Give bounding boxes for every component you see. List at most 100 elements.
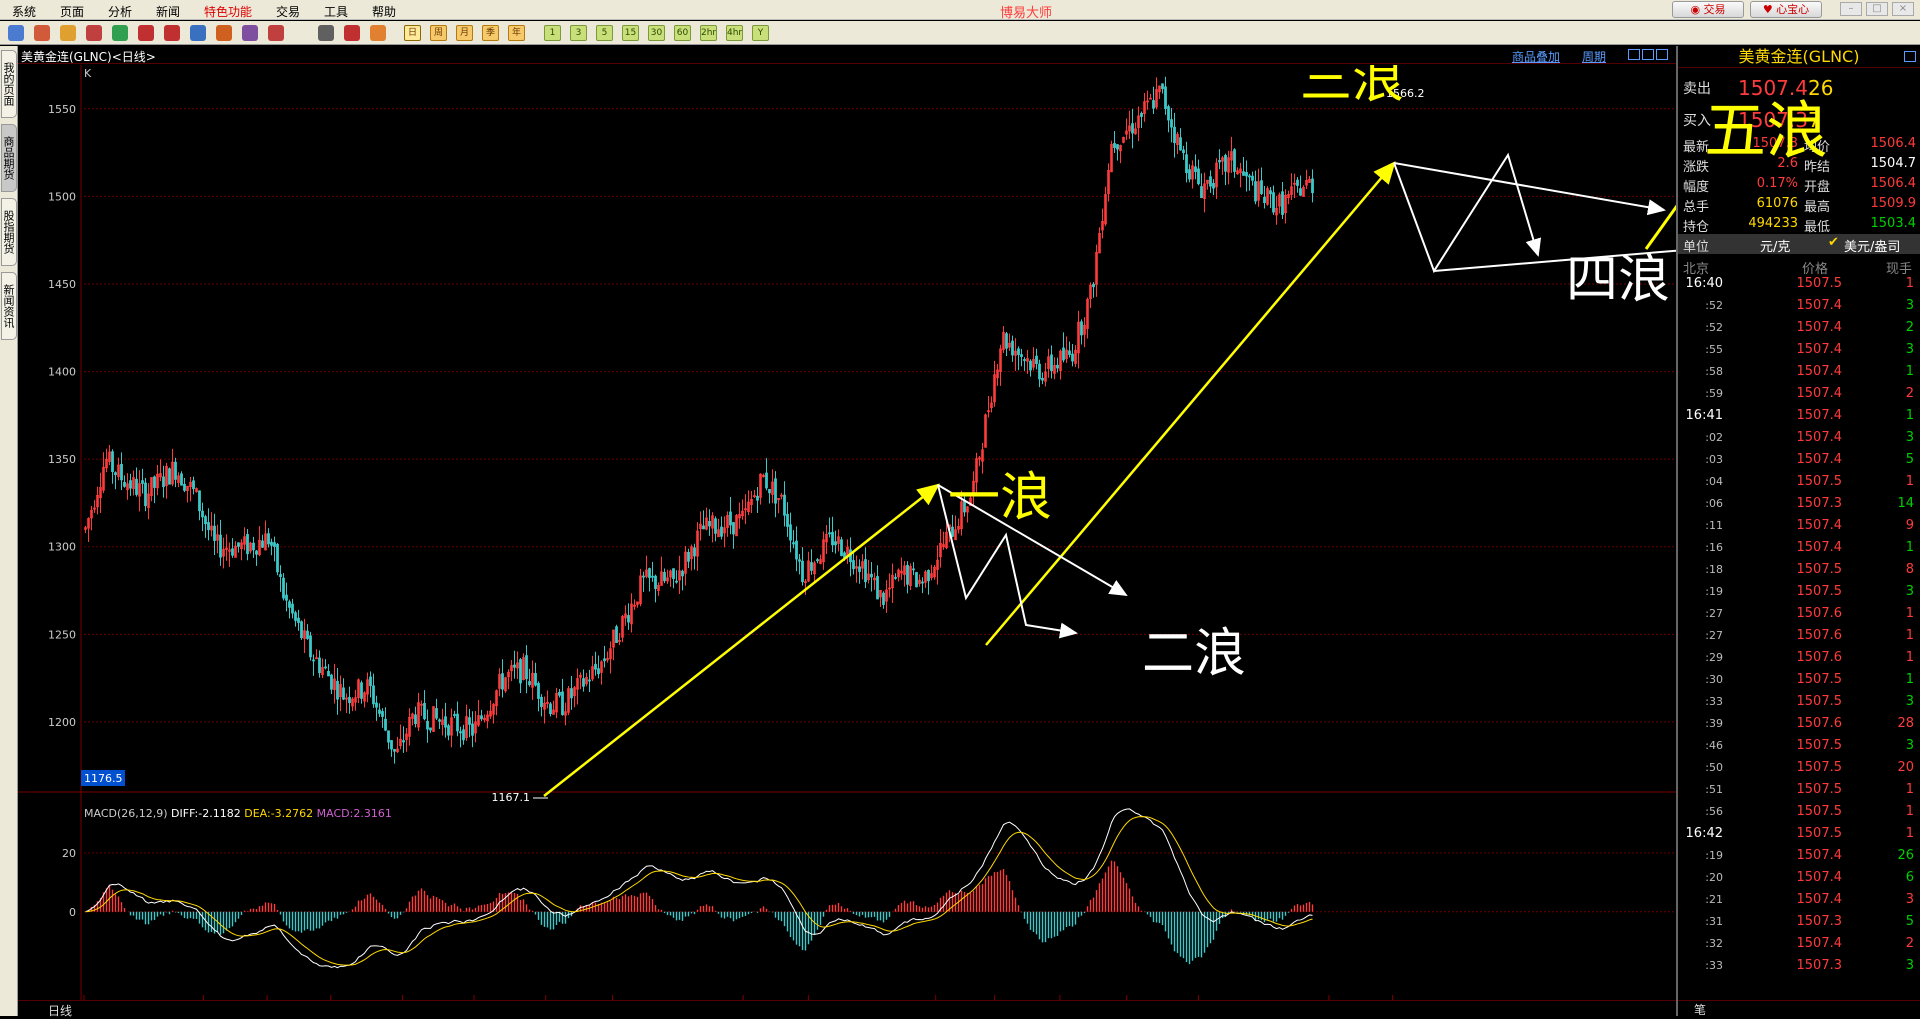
quote-icon[interactable] [86, 25, 102, 41]
layout-button-2[interactable] [1642, 49, 1654, 60]
wave4-label: 四浪 [1566, 250, 1670, 310]
candle-body [111, 451, 114, 473]
tick-volume: 1 [1905, 364, 1914, 379]
line-chart-icon[interactable] [344, 25, 360, 41]
period-2hr[interactable]: 2hr [700, 25, 717, 41]
menu-news[interactable]: 新闻 [156, 3, 180, 20]
tick-time: :46 [1705, 739, 1723, 752]
tick-time: :32 [1705, 937, 1723, 950]
minimize-button[interactable]: – [1840, 2, 1862, 16]
period-1min[interactable]: 1 [544, 25, 561, 41]
wave4-upper-arrow [1393, 162, 1666, 216]
menu-features[interactable]: 特色功能 [204, 3, 252, 20]
stat-label: 持仓 [1683, 220, 1710, 235]
drawing-icon[interactable] [242, 25, 258, 41]
candle-body [438, 719, 441, 722]
period-week[interactable]: 周 [430, 25, 447, 41]
refresh-icon[interactable] [112, 25, 128, 41]
period-month[interactable]: 月 [456, 25, 473, 41]
candle-body [435, 708, 438, 719]
layout-button-1[interactable] [1628, 49, 1640, 60]
period-year[interactable]: 年 [508, 25, 525, 41]
home-icon[interactable] [34, 25, 50, 41]
folder-icon[interactable] [60, 25, 76, 41]
center-button[interactable]: ♥ 心宝心 [1750, 1, 1822, 18]
layout-button-3[interactable] [1656, 49, 1668, 60]
candle-body [381, 711, 384, 717]
side-tab-index-futures[interactable]: 股指期货 [1, 198, 17, 266]
side-tab-news[interactable]: 新闻资讯 [1, 272, 17, 340]
overlay-commodity-link[interactable]: 商品叠加 [1512, 48, 1560, 65]
menu-page[interactable]: 页面 [60, 3, 84, 20]
zoom-in-icon[interactable] [138, 25, 154, 41]
period-link[interactable]: 周期 [1582, 48, 1606, 65]
candle-body [204, 516, 207, 525]
indicator-icon[interactable] [268, 25, 284, 41]
candle-body [1296, 179, 1299, 186]
tick-row: :30 1507.5 1 [1678, 670, 1920, 692]
zoom-out-icon[interactable] [164, 25, 180, 41]
close-button[interactable]: × [1892, 2, 1914, 16]
tick-volume: 1 [1905, 474, 1914, 489]
tick-volume: 1 [1905, 276, 1914, 291]
price-chart[interactable]: 1550 1500 1450 1400 1350 1300 1250 1200 20 0 K 1… [18, 65, 1676, 1000]
unit-option-yuan-per-gram[interactable]: 元/克 [1760, 236, 1790, 255]
menu-trade[interactable]: 交易 [276, 3, 300, 20]
period-15min[interactable]: 15 [622, 25, 639, 41]
candle-body [444, 716, 447, 728]
back-icon[interactable] [8, 25, 24, 41]
candle-body [198, 490, 201, 512]
candle-body [1242, 171, 1245, 176]
period-5min[interactable]: 5 [596, 25, 613, 41]
candle-body [672, 568, 675, 580]
candle-body [1248, 175, 1251, 178]
low-price-label: 1167.1 [492, 791, 531, 804]
candle-body [375, 702, 378, 708]
side-tab-commodity-futures[interactable]: 商品期货 [1, 124, 17, 192]
period-3min[interactable]: 3 [570, 25, 587, 41]
window-icon[interactable] [190, 25, 206, 41]
period-60min[interactable]: 60 [674, 25, 691, 41]
daily-tab[interactable]: 日线 [48, 1002, 72, 1019]
period-4hr[interactable]: 4hr [726, 25, 743, 41]
candle-body [714, 518, 717, 534]
tick-row: :56 1507.5 1 [1678, 802, 1920, 824]
trade-button[interactable]: ◉ 交易 [1672, 1, 1744, 18]
candle-body [183, 483, 186, 491]
menu-system[interactable]: 系统 [12, 3, 36, 20]
maximize-button[interactable]: □ [1866, 2, 1888, 16]
tick-row: :04 1507.5 1 [1678, 472, 1920, 494]
stat-label: 总手 [1683, 200, 1710, 215]
candle-body [540, 696, 543, 707]
candle-body [786, 513, 789, 527]
unit-option-usd-per-ounce[interactable]: 美元/盎司 [1844, 236, 1900, 255]
list-icon[interactable] [318, 25, 334, 41]
tick-tab[interactable]: 笔 [1694, 1001, 1706, 1018]
period-custom[interactable]: Y [752, 25, 769, 41]
candle-body [876, 576, 879, 600]
menu-analysis[interactable]: 分析 [108, 3, 132, 20]
tick-icon[interactable] [370, 25, 386, 41]
candle-body [1005, 333, 1008, 349]
candle-body [513, 664, 516, 668]
candle-body [1254, 181, 1257, 202]
menu-help[interactable]: 帮助 [372, 3, 396, 20]
candle-body [447, 725, 450, 736]
macd-label: MACD(26,12,9) DIFF:-2.1182 DEA:-3.2762 M… [84, 807, 392, 820]
candle-body [1260, 180, 1263, 195]
candle-body [1011, 340, 1014, 356]
side-tab-my-page[interactable]: 我的页面 [1, 50, 17, 118]
tick-time: :06 [1705, 497, 1723, 510]
candle-body [1209, 176, 1212, 187]
candle-body [1299, 188, 1302, 196]
candle-body [834, 541, 837, 546]
candle-body [174, 461, 177, 480]
menu-tools[interactable]: 工具 [324, 3, 348, 20]
period-day[interactable]: 日 [404, 25, 421, 41]
quote-panel-button[interactable] [1904, 51, 1916, 62]
period-30min[interactable]: 30 [648, 25, 665, 41]
candle-body [1056, 364, 1059, 369]
period-quarter[interactable]: 季 [482, 25, 499, 41]
pen-icon[interactable] [216, 25, 232, 41]
stat-row: 持仓 494233 最低 1503.4 [1678, 216, 1920, 236]
